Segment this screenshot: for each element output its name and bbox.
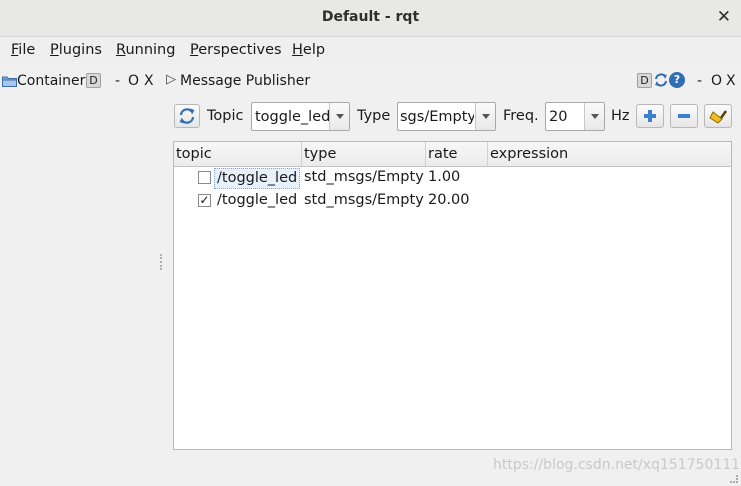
refresh-icon	[179, 108, 195, 124]
freq-dropdown-arrow-icon[interactable]	[584, 103, 604, 130]
row-enable-checkbox[interactable]	[198, 171, 211, 184]
freq-combobox[interactable]: 20	[545, 102, 605, 131]
menu-plugins-label: lugins	[58, 42, 102, 58]
watermark-text: https://blog.csdn.net/xq151750111	[493, 457, 741, 473]
container-minimize-button[interactable]: -	[115, 73, 120, 89]
add-publisher-button[interactable]	[636, 104, 664, 128]
dock-splitter-handle[interactable]	[160, 254, 162, 270]
row-topic-cell[interactable]: /toggle_led	[216, 192, 300, 208]
freq-combobox-value: 20	[549, 109, 568, 125]
table-header: topic type rate expression	[174, 142, 731, 167]
clean-broom-icon	[709, 110, 728, 124]
column-header-rate[interactable]: rate	[426, 142, 488, 166]
row-enable-checkbox[interactable]: ✓	[198, 194, 211, 207]
window-close-button[interactable]: ✕	[717, 7, 731, 27]
row-rate-cell[interactable]: 1.00	[428, 169, 486, 185]
container-float-button[interactable]: O	[128, 73, 139, 89]
hz-label: Hz	[611, 108, 630, 124]
menu-plugins[interactable]: Plugins	[50, 42, 102, 58]
menu-file[interactable]: File	[11, 42, 35, 58]
menu-plugins-mnemonic: P	[50, 42, 59, 58]
topic-combobox-value: toggle_led	[255, 109, 329, 125]
row-type-cell[interactable]: std_msgs/Empty	[304, 169, 424, 185]
dock-header-row: Container D - O X ▷ Message Publisher D …	[0, 68, 741, 96]
type-combobox[interactable]: sgs/Empty	[397, 102, 496, 131]
plugin-minimize-button[interactable]: -	[697, 73, 702, 89]
publisher-table[interactable]: topic type rate expression /toggle_led s…	[173, 141, 732, 450]
menu-help-label: elp	[302, 42, 326, 58]
clear-publishers-button[interactable]	[704, 104, 732, 128]
column-header-type[interactable]: type	[302, 142, 426, 166]
topic-label: Topic	[207, 108, 244, 124]
freq-label: Freq.	[503, 108, 539, 124]
window-title: Default - rqt	[321, 9, 420, 25]
expand-arrow-icon[interactable]: ▷	[166, 72, 176, 87]
menu-running[interactable]: Running	[116, 42, 175, 58]
plugin-title: Message Publisher	[180, 73, 311, 89]
menu-help-mnemonic: H	[292, 42, 303, 58]
plugin-float-button[interactable]: O	[711, 73, 722, 89]
menu-help[interactable]: Help	[292, 42, 325, 58]
column-header-expression[interactable]: expression	[488, 142, 731, 166]
row-type-cell[interactable]: std_msgs/Empty	[304, 192, 424, 208]
window-titlebar: Default - rqt ✕	[0, 0, 741, 37]
menu-running-label: unning	[125, 42, 176, 58]
row-rate-cell[interactable]: 20.00	[428, 192, 486, 208]
row-topic-cell[interactable]: /toggle_led	[214, 168, 300, 189]
reload-plugin-icon[interactable]	[653, 72, 669, 88]
menu-perspectives-mnemonic: P	[190, 42, 199, 58]
type-dropdown-arrow-icon[interactable]	[475, 103, 495, 130]
container-close-button[interactable]: X	[144, 73, 154, 89]
container-d-button[interactable]: D	[86, 73, 101, 88]
resize-grip[interactable]	[730, 475, 738, 483]
plugin-d-button[interactable]: D	[637, 73, 652, 88]
type-combobox-value: sgs/Empty	[400, 109, 474, 125]
column-header-topic[interactable]: topic	[174, 142, 302, 166]
menu-file-label: ile	[18, 42, 36, 58]
container-label: Container	[17, 73, 86, 89]
folder-icon	[2, 76, 17, 87]
plugin-close-button[interactable]: X	[726, 73, 736, 89]
refresh-topics-button[interactable]	[174, 104, 200, 128]
menu-perspectives[interactable]: Perspectives	[190, 42, 282, 58]
menubar: File Plugins Running Perspectives Help	[0, 38, 741, 66]
table-row[interactable]: /toggle_led std_msgs/Empty 1.00	[174, 167, 731, 190]
type-label: Type	[357, 108, 391, 124]
plus-icon	[644, 110, 656, 122]
topic-combobox[interactable]: toggle_led	[251, 102, 350, 131]
minus-icon	[678, 114, 690, 118]
topic-dropdown-arrow-icon[interactable]	[329, 103, 349, 130]
menu-perspectives-label: erspectives	[198, 42, 282, 58]
table-row[interactable]: ✓ /toggle_led std_msgs/Empty 20.00	[174, 190, 731, 213]
remove-publisher-button[interactable]	[670, 104, 698, 128]
help-icon[interactable]: ?	[669, 72, 685, 88]
